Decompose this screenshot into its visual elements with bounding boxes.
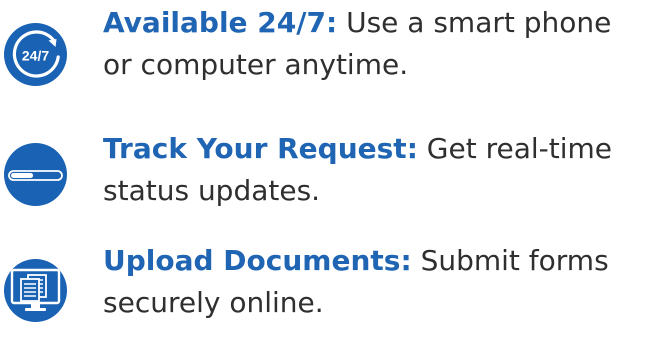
feature-available-body-2: or computer anytime. <box>103 48 409 81</box>
feature-track-text: Track Your Request: Get real-time status… <box>103 128 638 212</box>
feature-upload-body-1: Submit forms <box>420 244 609 277</box>
progress-bar-icon <box>4 143 67 206</box>
features-list: 24/7 Available 24/7: Use a smart phone o… <box>0 0 645 354</box>
feature-track-body-1: Get real-time <box>426 132 613 165</box>
feature-upload-title: Upload Documents: <box>103 244 412 277</box>
feature-available-text: Available 24/7: Use a smart phone or com… <box>103 2 638 86</box>
document-upload-computer-icon <box>4 259 67 322</box>
feature-available-24-7: 24/7 Available 24/7: Use a smart phone o… <box>0 2 645 112</box>
feature-available-title: Available 24/7: <box>103 6 338 39</box>
feature-available-body-1: Use a smart phone <box>346 6 612 39</box>
feature-track-request: Track Your Request: Get real-time status… <box>0 128 645 238</box>
clock-24-7-icon: 24/7 <box>4 23 67 86</box>
feature-upload-body-2: securely online. <box>103 286 324 319</box>
feature-upload-text: Upload Documents: Submit forms securely … <box>103 240 638 324</box>
feature-track-body-2: status updates. <box>103 174 321 207</box>
clock-24-7-label: 24/7 <box>22 48 49 64</box>
feature-upload-documents: Upload Documents: Submit forms securely … <box>0 240 645 350</box>
progress-fill <box>11 173 34 178</box>
feature-track-title: Track Your Request: <box>103 132 418 165</box>
